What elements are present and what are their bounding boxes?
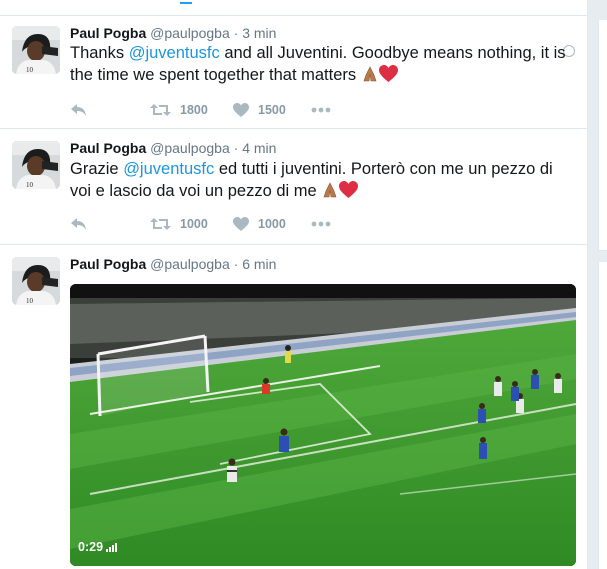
mention-link[interactable]: @juventusfc [129, 44, 220, 62]
avatar[interactable]: 10 [12, 141, 60, 189]
author-handle[interactable]: @paulpogba [150, 25, 230, 41]
author-name[interactable]: Paul Pogba [70, 256, 146, 272]
reply-icon [71, 104, 86, 116]
tweet[interactable]: 10 Paul Pogba @paulpogba · 3 min Thanks … [0, 16, 587, 129]
tweet-text: Grazie @juventusfc ed tutti i juventini.… [70, 158, 575, 205]
folded-hands-emoji [321, 181, 339, 205]
avatar[interactable]: 10 [12, 26, 60, 74]
reply-icon [71, 218, 86, 230]
svg-text:10: 10 [26, 297, 34, 305]
video-duration: 0:29 [78, 540, 104, 554]
timestamp[interactable]: 4 min [242, 140, 276, 156]
tweet-actions: 1800 1500 [70, 100, 370, 120]
separator: · [233, 25, 239, 41]
sidebar-card-edge [598, 262, 607, 569]
right-sidebar-edge [588, 0, 607, 569]
more-icon [311, 107, 331, 113]
retweet-icon [150, 218, 171, 230]
video-player[interactable]: 0:29 [70, 284, 576, 566]
retweet-count: 1800 [180, 103, 208, 117]
more-button[interactable] [311, 214, 331, 234]
timeline: 10 Paul Pogba @paulpogba · 3 min Thanks … [0, 0, 588, 569]
svg-text:10: 10 [26, 181, 34, 189]
heart-icon [233, 103, 249, 117]
like-count: 1000 [258, 217, 286, 231]
svg-text:10: 10 [26, 66, 34, 74]
avatar[interactable]: 10 [12, 257, 60, 305]
retweet-count: 1000 [180, 217, 208, 231]
red-heart-emoji [339, 181, 359, 205]
previous-tweet-fragment [180, 0, 192, 4]
heart-icon [233, 217, 249, 231]
separator: · [233, 256, 239, 272]
folded-hands-emoji [361, 65, 379, 89]
author-name[interactable]: Paul Pogba [70, 25, 146, 41]
tweet[interactable]: 10 Paul Pogba @paulpogba · 4 min Grazie … [0, 129, 587, 245]
author-name[interactable]: Paul Pogba [70, 140, 146, 156]
reply-button[interactable] [70, 100, 88, 120]
tweet-actions: 1000 1000 [70, 214, 370, 234]
separator: · [233, 140, 239, 156]
tweet-text: Thanks @juventusfc and all Juventini. Go… [70, 42, 575, 89]
text-part: Grazie [70, 160, 124, 178]
previous-tweet-edge [0, 0, 587, 16]
more-icon [311, 221, 331, 227]
video-duration-badge: 0:29 [78, 540, 118, 554]
author-handle[interactable]: @paulpogba [150, 140, 230, 156]
like-count: 1500 [258, 103, 286, 117]
reply-button[interactable] [70, 214, 88, 234]
text-part: Thanks [70, 44, 129, 62]
timestamp[interactable]: 6 min [242, 256, 276, 272]
red-heart-emoji [378, 65, 398, 89]
more-button[interactable] [311, 100, 331, 120]
retweet-button[interactable]: 1000 [150, 214, 208, 234]
author-handle[interactable]: @paulpogba [150, 256, 230, 272]
timestamp[interactable]: 3 min [242, 25, 276, 41]
video-thumbnail [70, 284, 576, 566]
like-button[interactable]: 1000 [233, 214, 286, 234]
mention-link[interactable]: @juventusfc [123, 160, 214, 178]
sidebar-card-edge [598, 20, 607, 251]
retweet-button[interactable]: 1800 [150, 100, 208, 120]
like-button[interactable]: 1500 [233, 100, 286, 120]
volume-icon [106, 542, 118, 552]
retweet-icon [150, 104, 171, 116]
